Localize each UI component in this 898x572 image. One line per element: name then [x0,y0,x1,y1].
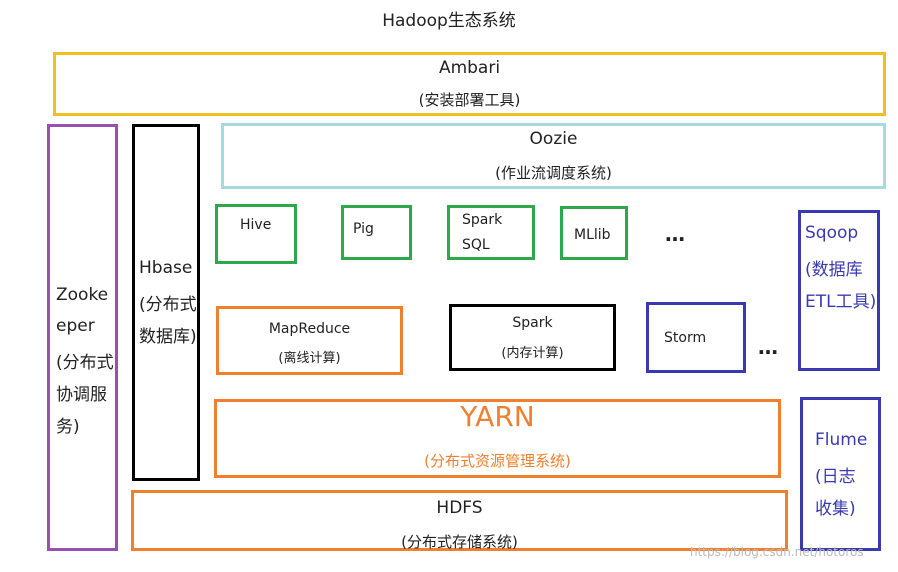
hive-label: Hive [240,217,272,233]
spark-label: Spark [512,315,553,331]
spark-sql-label-1: Spark [462,212,503,228]
zookeeper-label-1: Zooke [56,285,109,305]
zookeeper-label-5: 务) [56,417,80,437]
hbase-box: Hbase (分布式 数据库) [132,124,200,481]
oozie-box: Oozie (作业流调度系统) [221,123,886,189]
yarn-box: YARN (分布式资源管理系统) [214,399,781,478]
flume-label-3: 收集) [815,499,856,519]
spark-sql-label-2: SQL [462,237,490,253]
hbase-label-2: (分布式 [139,295,197,315]
spark-box: Spark (内存计算) [449,304,616,371]
watermark: https://blog.csdn.net/hotoros [690,545,864,559]
flume-label-2: (日志 [815,467,856,487]
hdfs-box: HDFS (分布式存储系统) [131,490,788,551]
mapreduce-box: MapReduce (离线计算) [216,306,403,375]
ambari-label: Ambari [438,58,501,78]
flume-box: Flume (日志 收集) [800,397,881,551]
analytics-more-ellipsis: … [665,222,686,246]
diagram-title: Hadoop生态系统 [382,11,516,31]
ambari-box: Ambari (安装部署工具) [53,52,886,116]
spark-desc: (内存计算) [501,346,564,361]
yarn-desc: (分布式资源管理系统) [424,452,571,470]
pig-label: Pig [353,221,374,237]
mllib-label: MLlib [574,227,611,243]
hdfs-desc: (分布式存储系统) [401,533,518,551]
storm-label: Storm [664,330,707,346]
yarn-label: YARN [460,400,535,433]
zookeeper-label-3: (分布式 [56,353,114,373]
flume-label-1: Flume [815,430,868,450]
zookeeper-label-2: eper [56,316,95,336]
sqoop-label-2: (数据库 [805,260,863,280]
oozie-label: Oozie [529,129,578,149]
storm-box: Storm [646,302,746,373]
mapreduce-desc: (离线计算) [278,351,341,366]
mapreduce-label: MapReduce [268,321,351,337]
ambari-desc: (安装部署工具) [418,91,521,109]
zookeeper-label-4: 协调服 [56,385,107,405]
hbase-label-1: Hbase [139,258,193,278]
compute-more-ellipsis: … [758,335,779,359]
hive-box: Hive [215,204,297,264]
mllib-box: MLlib [560,206,628,260]
hdfs-label: HDFS [436,498,483,518]
sqoop-label-1: Sqoop [805,223,859,243]
pig-box: Pig [341,205,412,260]
hbase-label-3: 数据库) [139,327,197,347]
sqoop-label-3: ETL工具) [805,292,877,312]
zookeeper-box: Zooke eper (分布式 协调服 务) [47,124,118,551]
oozie-desc: (作业流调度系统) [495,164,612,182]
sqoop-box: Sqoop (数据库 ETL工具) [798,210,880,371]
spark-sql-box: Spark SQL [447,205,535,260]
